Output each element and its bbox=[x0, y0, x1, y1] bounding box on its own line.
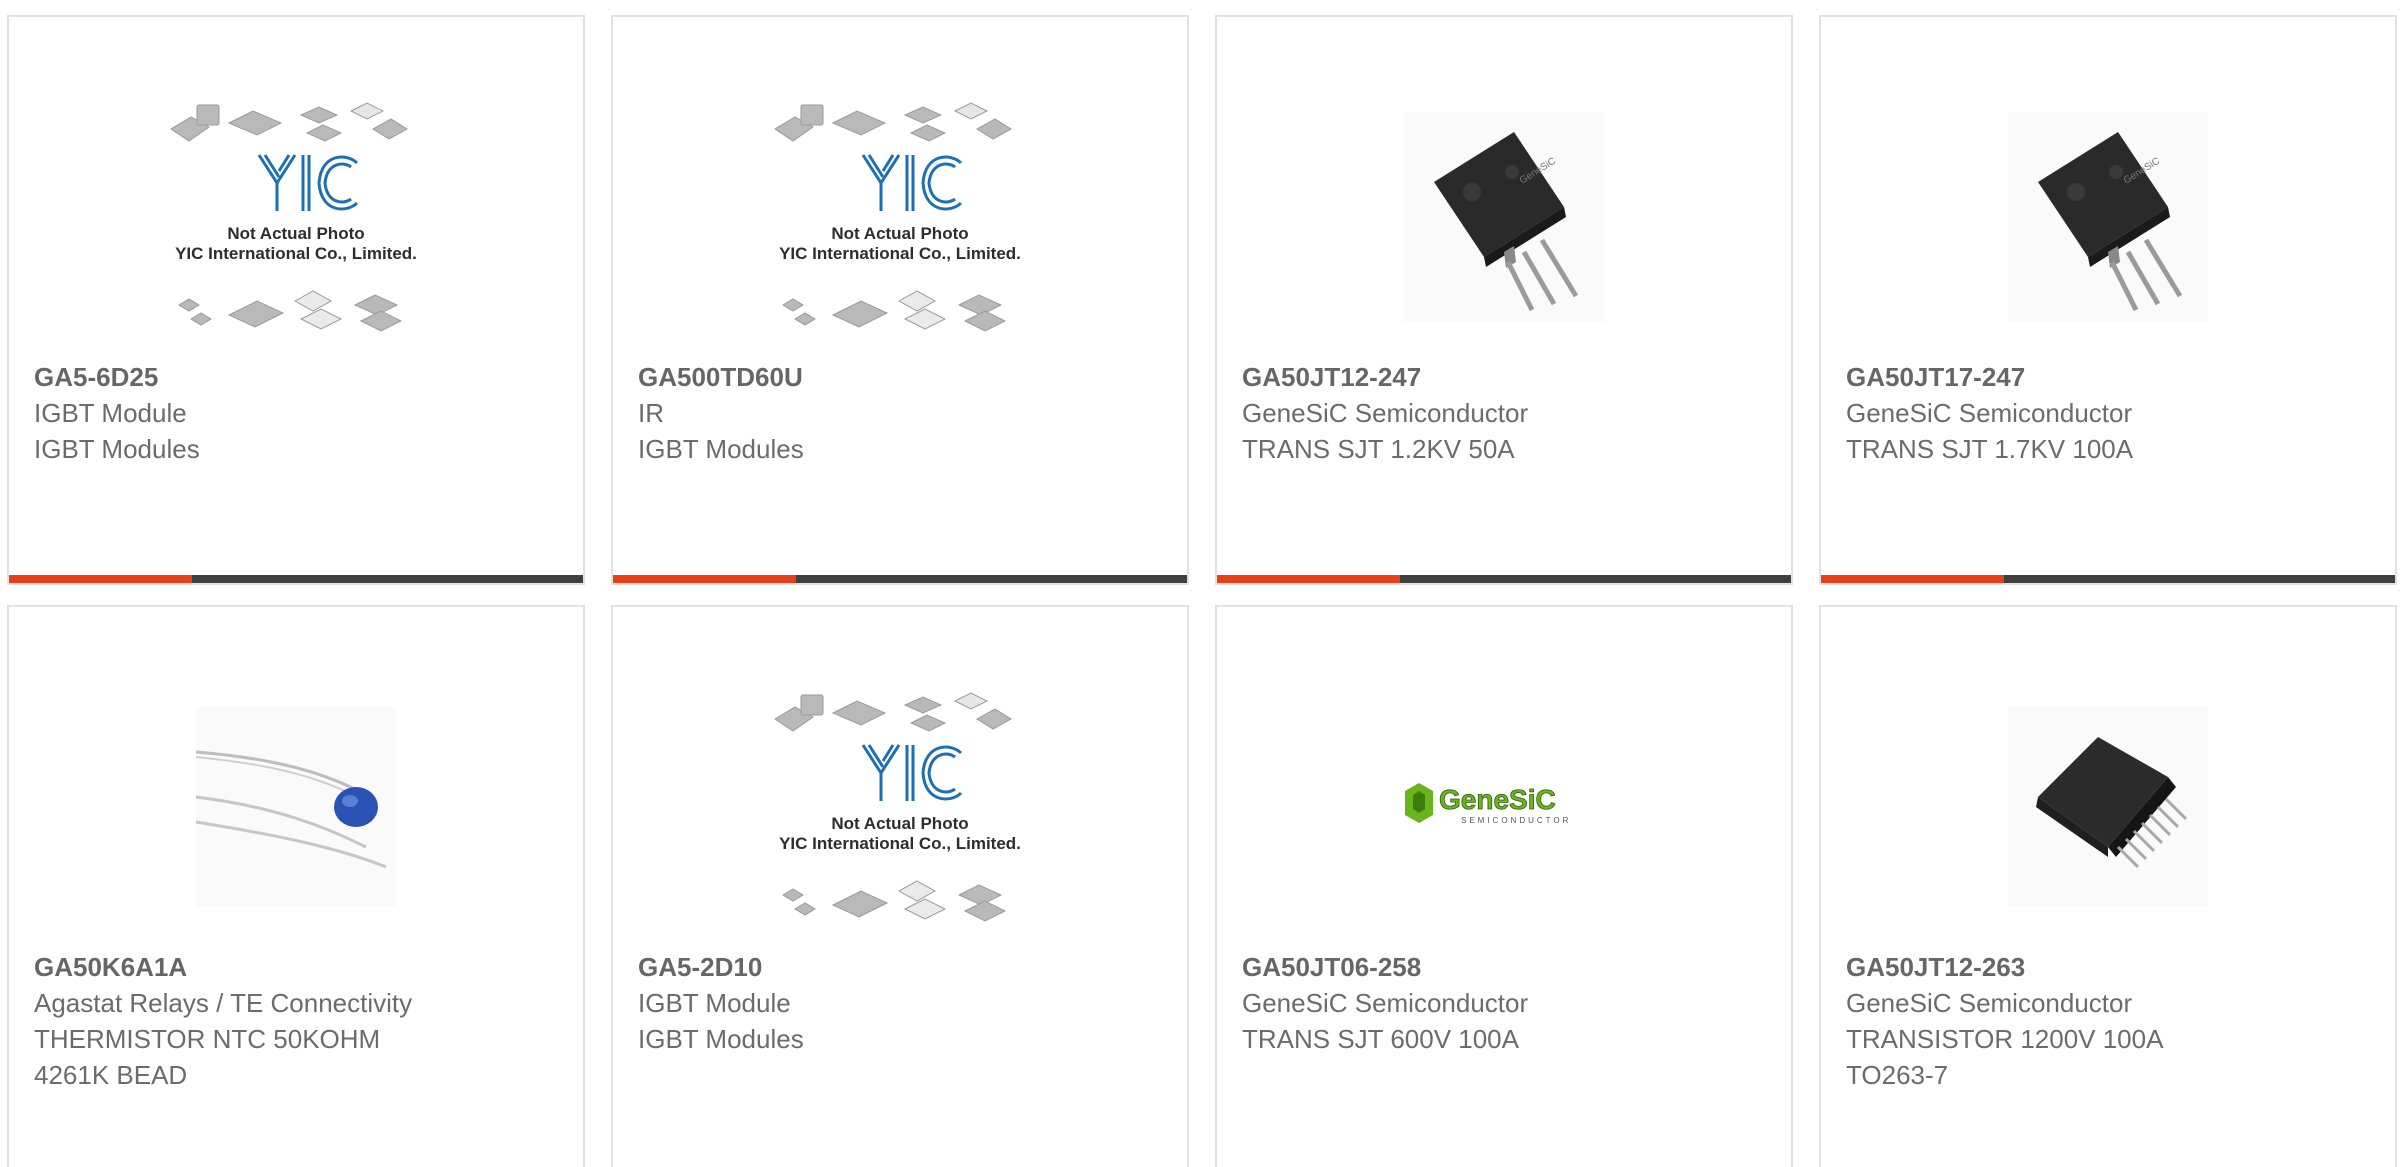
product-grid: Not Actual Photo YIC International Co., … bbox=[0, 0, 2400, 1167]
product-line-3: TO263-7 bbox=[1846, 1060, 1949, 1090]
product-line-1: IR bbox=[638, 398, 664, 428]
product-line-2: THERMISTOR NTC 50KOHM bbox=[34, 1024, 381, 1054]
product-card[interactable]: GA50JT12-263 GeneSiC Semiconductor TRANS… bbox=[1819, 605, 2397, 1167]
product-info: GA50JT17-247 GeneSiC Semiconductor TRANS… bbox=[1846, 359, 2375, 467]
product-line-2: TRANSISTOR 1200V 100A bbox=[1846, 1024, 2164, 1054]
product-line-3: 4261K BEAD bbox=[34, 1060, 188, 1090]
yic-placeholder-image: Not Actual Photo YIC International Co., … bbox=[170, 102, 417, 332]
card-accent bbox=[613, 575, 796, 583]
to247-transistor-image: GeneSiC bbox=[1404, 112, 1604, 322]
product-info: GA50JT12-263 GeneSiC Semiconductor TRANS… bbox=[1846, 949, 2375, 1093]
genesic-logo-subtext: SEMICONDUCTOR bbox=[1461, 816, 1571, 825]
product-image[interactable]: Not Actual Photo YIC International Co., … bbox=[613, 67, 1187, 367]
product-info: GA50JT12-247 GeneSiC Semiconductor TRANS… bbox=[1242, 359, 1771, 467]
product-line-2: IGBT Modules bbox=[638, 1024, 804, 1054]
part-number[interactable]: GA50JT12-263 bbox=[1846, 949, 2375, 985]
card-bottom-bar bbox=[9, 575, 583, 583]
product-card[interactable]: GA50K6A1A Agastat Relays / TE Connectivi… bbox=[7, 605, 585, 1167]
thermistor-bead-image bbox=[196, 707, 396, 907]
product-line-1: GeneSiC Semiconductor bbox=[1242, 988, 1529, 1018]
product-image[interactable]: GeneSiC SEMICONDUCTOR bbox=[1217, 657, 1791, 957]
product-image[interactable] bbox=[1821, 657, 2395, 957]
product-line-2: TRANS SJT 1.2KV 50A bbox=[1242, 434, 1515, 464]
part-number[interactable]: GA50JT12-247 bbox=[1242, 359, 1771, 395]
product-image[interactable]: GeneSiC bbox=[1217, 67, 1791, 367]
product-line-1: GeneSiC Semiconductor bbox=[1846, 988, 2133, 1018]
part-number[interactable]: GA500TD60U bbox=[638, 359, 1167, 395]
product-line-1: GeneSiC Semiconductor bbox=[1242, 398, 1529, 428]
product-info: GA5-2D10 IGBT Module IGBT Modules bbox=[638, 949, 1167, 1057]
card-bottom-bar bbox=[1821, 575, 2395, 583]
product-card[interactable]: Not Actual Photo YIC International Co., … bbox=[611, 15, 1189, 585]
part-number[interactable]: GA50K6A1A bbox=[34, 949, 563, 985]
part-number[interactable]: GA50JT06-258 bbox=[1242, 949, 1771, 985]
product-card[interactable]: Not Actual Photo YIC International Co., … bbox=[611, 605, 1189, 1167]
yic-caption-1: Not Actual Photo bbox=[831, 224, 968, 243]
yic-caption-1: Not Actual Photo bbox=[831, 814, 968, 833]
product-line-2: IGBT Modules bbox=[34, 434, 200, 464]
yic-caption-2: YIC International Co., Limited. bbox=[779, 244, 1021, 263]
part-number[interactable]: GA50JT17-247 bbox=[1846, 359, 2375, 395]
card-accent bbox=[1821, 575, 2004, 583]
part-number[interactable]: GA5-6D25 bbox=[34, 359, 563, 395]
product-card[interactable]: GeneSiC GA50JT12-247 GeneSiC Semiconduct… bbox=[1215, 15, 1793, 585]
product-info: GA50K6A1A Agastat Relays / TE Connectivi… bbox=[34, 949, 563, 1093]
yic-caption-2: YIC International Co., Limited. bbox=[175, 244, 417, 263]
product-image[interactable] bbox=[9, 657, 583, 957]
to247-transistor-image: GeneSiC bbox=[2008, 112, 2208, 322]
product-image[interactable]: GeneSiC bbox=[1821, 67, 2395, 367]
card-bottom-bar bbox=[1217, 575, 1791, 583]
product-line-2: TRANS SJT 1.7KV 100A bbox=[1846, 434, 2134, 464]
product-image[interactable]: Not Actual Photo YIC International Co., … bbox=[9, 67, 583, 367]
genesic-logo-image: GeneSiC SEMICONDUCTOR bbox=[1405, 783, 1571, 825]
product-info: GA5-6D25 IGBT Module IGBT Modules bbox=[34, 359, 563, 467]
product-line-1: IGBT Module bbox=[34, 398, 187, 428]
card-accent bbox=[1217, 575, 1400, 583]
part-number[interactable]: GA5-2D10 bbox=[638, 949, 1167, 985]
to263-package-image bbox=[2008, 707, 2208, 907]
card-bottom-bar bbox=[613, 575, 1187, 583]
product-card[interactable]: GeneSiC GA50JT17-247 GeneSiC Semiconduct… bbox=[1819, 15, 2397, 585]
product-line-1: IGBT Module bbox=[638, 988, 791, 1018]
product-line-2: TRANS SJT 600V 100A bbox=[1242, 1024, 1519, 1054]
genesic-logo-text: GeneSiC bbox=[1439, 784, 1556, 815]
product-image[interactable]: Not Actual Photo YIC International Co., … bbox=[613, 657, 1187, 957]
product-line-1: Agastat Relays / TE Connectivity bbox=[34, 988, 413, 1018]
product-line-2: IGBT Modules bbox=[638, 434, 804, 464]
product-info: GA50JT06-258 GeneSiC Semiconductor TRANS… bbox=[1242, 949, 1771, 1057]
yic-placeholder-image: Not Actual Photo YIC International Co., … bbox=[774, 102, 1021, 332]
product-card[interactable]: Not Actual Photo YIC International Co., … bbox=[7, 15, 585, 585]
yic-placeholder-image: Not Actual Photo YIC International Co., … bbox=[774, 692, 1021, 922]
yic-caption-2: YIC International Co., Limited. bbox=[779, 834, 1021, 853]
product-info: GA500TD60U IR IGBT Modules bbox=[638, 359, 1167, 467]
product-card[interactable]: GeneSiC SEMICONDUCTOR GA50JT06-258 GeneS… bbox=[1215, 605, 1793, 1167]
card-accent bbox=[9, 575, 192, 583]
product-line-1: GeneSiC Semiconductor bbox=[1846, 398, 2133, 428]
yic-caption-1: Not Actual Photo bbox=[227, 224, 364, 243]
